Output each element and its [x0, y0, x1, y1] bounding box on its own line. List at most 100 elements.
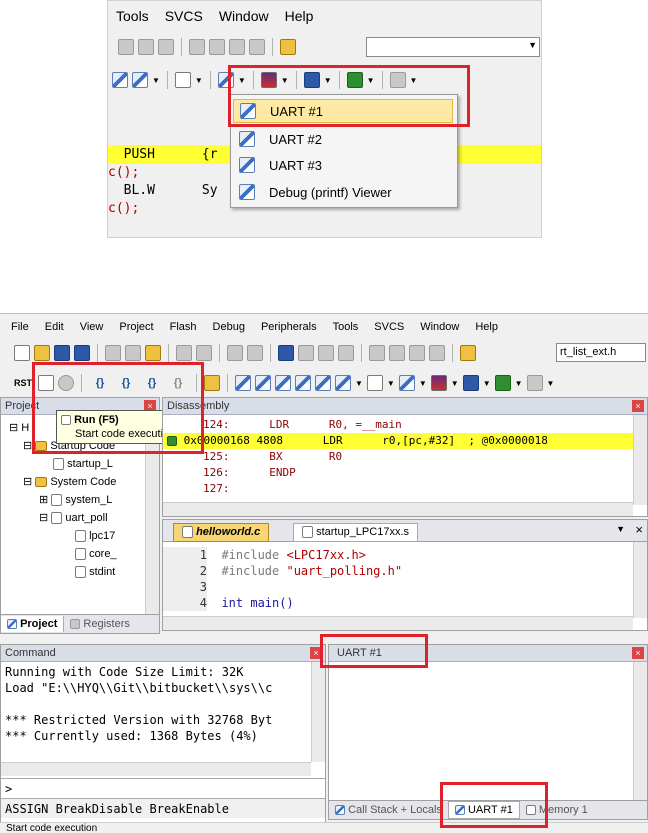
- memory-icon[interactable]: [366, 375, 383, 391]
- analysis-icon[interactable]: [430, 375, 447, 391]
- uncomment-icon[interactable]: [429, 345, 445, 361]
- bookmark-prev-icon[interactable]: [298, 345, 314, 361]
- menu-item-uart2[interactable]: UART #2: [233, 127, 453, 151]
- tab-registers[interactable]: Registers: [64, 616, 136, 632]
- tab-call-stack[interactable]: Call Stack + Locals: [329, 804, 448, 816]
- highlight-box: [440, 782, 548, 828]
- top-search-combo[interactable]: ▼: [366, 37, 540, 57]
- tree-item[interactable]: stdint: [5, 563, 145, 581]
- highlight-box: [320, 634, 428, 668]
- tab-startup[interactable]: startup_LPC17xx.s: [293, 523, 418, 542]
- find-in-files-icon[interactable]: [460, 345, 476, 361]
- menu-window[interactable]: Window: [412, 321, 467, 333]
- call-stack-icon[interactable]: [315, 375, 331, 391]
- menu-edit[interactable]: Edit: [37, 321, 72, 333]
- separator: [272, 38, 273, 56]
- paste-icon[interactable]: [145, 345, 161, 361]
- vertical-scrollbar[interactable]: [633, 662, 647, 808]
- menu-tools[interactable]: Tools: [325, 321, 367, 333]
- save-icon[interactable]: [54, 345, 70, 361]
- bookmark-next-icon[interactable]: [158, 39, 174, 55]
- tree-item[interactable]: ⊟ System Code: [5, 473, 145, 491]
- comment-icon[interactable]: [409, 345, 425, 361]
- menu-item-debug-viewer[interactable]: Debug (printf) Viewer: [233, 180, 453, 204]
- tools-icon[interactable]: [526, 375, 543, 391]
- chevron-down-icon[interactable]: ▼: [528, 40, 537, 50]
- tab-helloworld[interactable]: helloworld.c: [173, 523, 270, 542]
- menu-help[interactable]: Help: [277, 8, 322, 24]
- debug-window-icon[interactable]: [112, 72, 128, 88]
- memory-icon[interactable]: [174, 72, 191, 88]
- tab-list-icon[interactable]: ▼: [616, 524, 625, 534]
- tree-item[interactable]: lpc17: [5, 527, 145, 545]
- close-icon[interactable]: ×: [632, 647, 644, 659]
- menu-svcs[interactable]: SVCS: [157, 8, 211, 24]
- symbols-icon[interactable]: [275, 375, 291, 391]
- cut-icon[interactable]: [105, 345, 121, 361]
- vertical-scrollbar[interactable]: [633, 415, 647, 505]
- nav-back-icon[interactable]: [227, 345, 243, 361]
- separator: [452, 344, 453, 362]
- command-input[interactable]: >: [1, 778, 325, 798]
- menu-window[interactable]: Window: [211, 8, 277, 24]
- new-file-icon[interactable]: [14, 345, 30, 361]
- copy-icon[interactable]: [125, 345, 141, 361]
- save-all-icon[interactable]: [74, 345, 90, 361]
- close-icon[interactable]: ×: [632, 400, 644, 412]
- disassembly-icon[interactable]: [255, 375, 271, 391]
- trace-icon[interactable]: [462, 375, 479, 391]
- open-folder-icon[interactable]: [280, 39, 296, 55]
- bookmark-icon[interactable]: [118, 39, 134, 55]
- panel-title: Disassembly: [163, 398, 647, 415]
- disassembly-panel: Disassembly × 124: LDR R0, =__main 0x000…: [162, 397, 648, 517]
- uncomment-icon[interactable]: [249, 39, 265, 55]
- menu-help[interactable]: Help: [467, 321, 506, 333]
- system-viewer-icon[interactable]: [494, 375, 511, 391]
- menu-file[interactable]: File: [3, 321, 37, 333]
- watch-icon[interactable]: [335, 375, 351, 391]
- menu-peripherals[interactable]: Peripherals: [253, 321, 325, 333]
- code-line: 125: BX R0: [203, 450, 343, 463]
- uart-icon: [239, 157, 255, 173]
- indent-icon[interactable]: [369, 345, 385, 361]
- horizontal-scrollbar[interactable]: [163, 502, 633, 516]
- watch-icon[interactable]: [132, 72, 148, 88]
- vertical-scrollbar[interactable]: [311, 662, 325, 762]
- bookmark-clear-icon[interactable]: [338, 345, 354, 361]
- search-input[interactable]: rt_list_ext.h: [556, 343, 646, 362]
- menu-item-uart3[interactable]: UART #3: [233, 153, 453, 177]
- horizontal-scrollbar[interactable]: [163, 616, 633, 630]
- bookmark-prev-icon[interactable]: [138, 39, 154, 55]
- menu-svcs[interactable]: SVCS: [366, 321, 412, 333]
- menu-tools[interactable]: Tools: [108, 8, 157, 24]
- outdent-icon[interactable]: [209, 39, 225, 55]
- tree-item[interactable]: ⊟ uart_poll: [5, 509, 145, 527]
- tree-item[interactable]: ⊞ system_L: [5, 491, 145, 509]
- tree-item[interactable]: startup_L: [5, 455, 145, 473]
- vertical-scrollbar[interactable]: [633, 542, 647, 618]
- outdent-icon[interactable]: [389, 345, 405, 361]
- menu-view[interactable]: View: [72, 321, 112, 333]
- menu-flash[interactable]: Flash: [162, 321, 205, 333]
- bookmark-icon[interactable]: [278, 345, 294, 361]
- close-icon[interactable]: ×: [635, 522, 643, 537]
- comment-icon[interactable]: [229, 39, 245, 55]
- horizontal-scrollbar[interactable]: [1, 762, 311, 776]
- tab-project[interactable]: Project: [1, 616, 65, 632]
- menu-project[interactable]: Project: [111, 321, 161, 333]
- serial-window-icon[interactable]: [398, 375, 415, 391]
- command-hint: ASSIGN BreakDisable BreakEnable: [1, 798, 325, 818]
- menu-debug[interactable]: Debug: [205, 321, 253, 333]
- reset-button[interactable]: RST: [14, 378, 34, 388]
- code-line: 2 #include "uart_polling.h": [163, 563, 633, 579]
- bookmark-next-icon[interactable]: [318, 345, 334, 361]
- redo-icon[interactable]: [196, 345, 212, 361]
- undo-icon[interactable]: [176, 345, 192, 361]
- tree-item[interactable]: core_: [5, 545, 145, 563]
- registers-icon[interactable]: [295, 375, 311, 391]
- indent-icon[interactable]: [189, 39, 205, 55]
- show-next-statement-icon[interactable]: [204, 375, 220, 391]
- nav-forward-icon[interactable]: [247, 345, 263, 361]
- open-folder-icon[interactable]: [34, 345, 50, 361]
- command-window-icon[interactable]: [235, 375, 251, 391]
